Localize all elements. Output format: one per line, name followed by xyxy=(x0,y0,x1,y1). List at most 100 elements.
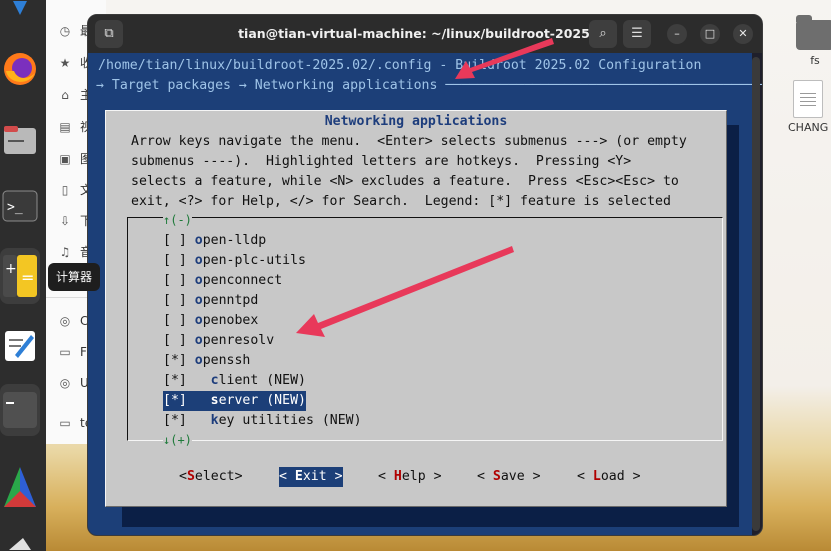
menu-button[interactable]: ☰ xyxy=(623,20,651,48)
close-icon: ✕ xyxy=(738,27,748,40)
search-icon: ⌕ xyxy=(599,26,607,41)
scroll-up-indicator: ↑(-) xyxy=(163,211,192,229)
desktop-icon-label: CHANG xyxy=(788,121,829,134)
checkbox-state[interactable]: [*] xyxy=(163,373,187,388)
checkbox-state[interactable]: [ ] xyxy=(163,313,187,328)
files-icon xyxy=(4,126,36,154)
button-label: < xyxy=(577,469,593,484)
clock-icon: ◷ xyxy=(59,23,71,38)
button-label: elect> xyxy=(194,469,243,484)
hotkey-letter: s xyxy=(210,393,219,408)
dialog-button[interactable]: < Load > xyxy=(577,467,641,487)
menu-item-label: penobex xyxy=(202,313,259,328)
checkbox-state[interactable]: [ ] xyxy=(163,293,187,308)
desktop-folder-fs[interactable]: fs xyxy=(796,15,831,67)
desktop-icon-label: fs xyxy=(810,54,820,67)
dock-text-editor[interactable] xyxy=(0,324,40,368)
dock-firefox[interactable] xyxy=(0,44,40,94)
dialog-button[interactable]: < Help > xyxy=(378,467,442,487)
dock-files[interactable] xyxy=(0,116,40,164)
close-button[interactable]: ✕ xyxy=(733,24,753,44)
menu-item-label: pen-plc-utils xyxy=(202,253,306,268)
terminal-window-icon xyxy=(3,392,37,428)
document-icon xyxy=(793,80,824,118)
dock-terminal-2[interactable] xyxy=(0,384,40,436)
desktop-file-changelog[interactable]: CHANG xyxy=(788,80,828,134)
menu-item[interactable]: [*] openssh xyxy=(163,351,250,371)
config-path: /home/tian/linux/buildroot-2025.02/.conf… xyxy=(98,58,702,73)
hotkey-letter: o xyxy=(194,293,203,308)
menu-item[interactable]: [ ] open-lldp xyxy=(163,231,266,251)
checkbox-state[interactable]: [ ] xyxy=(163,333,187,348)
dock-calculator[interactable]: + = xyxy=(0,248,40,304)
dock-app-top[interactable] xyxy=(0,0,40,22)
drive-icon: ▭ xyxy=(59,345,71,359)
breadcrumb: → Target packages → Networking applicati… xyxy=(96,78,763,93)
dialog-button[interactable]: <Select> xyxy=(179,467,243,487)
button-label: elp > xyxy=(401,469,442,484)
menu-item-label: erver (NEW) xyxy=(218,393,306,408)
hotkey-letter: o xyxy=(194,273,203,288)
hotkey-letter: o xyxy=(194,313,203,328)
dock-app-bottom[interactable] xyxy=(0,535,40,551)
menu-item[interactable]: [*] client (NEW) xyxy=(163,371,306,391)
checkbox-state[interactable]: [*] xyxy=(163,393,187,408)
star-icon: ★ xyxy=(59,55,71,70)
window-title: tian@tian-virtual-machine: ~/linux/build… xyxy=(238,26,612,41)
terminal-titlebar: tian@tian-virtual-machine: ~/linux/build… xyxy=(88,15,762,53)
menu-item[interactable]: [ ] openresolv xyxy=(163,331,274,351)
checkbox-state[interactable]: [ ] xyxy=(163,233,187,248)
disc-icon: ◎ xyxy=(59,376,71,390)
dock-terminal[interactable]: >_ xyxy=(0,184,40,228)
button-label: xit > xyxy=(302,469,343,484)
menu-item[interactable]: [ ] open-plc-utils xyxy=(163,251,306,271)
button-label: < xyxy=(179,469,187,484)
menu-item[interactable]: [*] key utilities (NEW) xyxy=(163,411,362,431)
checkbox-state[interactable]: [ ] xyxy=(163,253,187,268)
checkbox-state[interactable]: [*] xyxy=(163,413,187,428)
terminal-scrollbar[interactable] xyxy=(752,57,760,531)
dock-app-3d[interactable] xyxy=(0,456,40,516)
folder-icon: ▭ xyxy=(59,416,71,430)
menu-item-label: pen-lldp xyxy=(202,233,267,248)
image-icon: ▣ xyxy=(59,151,71,166)
menu-item[interactable]: [*] server (NEW) xyxy=(163,391,306,411)
menuconfig-dialog: Networking applications Arrow keys navig… xyxy=(105,110,727,507)
menu-item-label: penresolv xyxy=(202,333,275,348)
menu-item[interactable]: [ ] openconnect xyxy=(163,271,282,291)
new-tab-button[interactable]: ⧉ xyxy=(95,20,123,48)
minimize-icon: – xyxy=(674,27,680,40)
app-icon xyxy=(9,538,31,550)
disc-icon: ◎ xyxy=(59,314,71,328)
hotkey-letter: S xyxy=(186,469,195,484)
help-text-line: selects a feature, while <N> excludes a … xyxy=(131,174,679,189)
sidebar-item-floppy[interactable]: ▭ Fl xyxy=(58,345,90,359)
maximize-button[interactable]: □ xyxy=(700,24,720,44)
hotkey-letter: o xyxy=(194,333,203,348)
button-label: < xyxy=(378,469,394,484)
help-text-line: exit, <?> for Help, </> for Search. Lege… xyxy=(131,194,671,209)
dialog-button[interactable]: < Save > xyxy=(477,467,541,487)
terminal-icon: >_ xyxy=(2,190,38,222)
checkbox-state[interactable]: [ ] xyxy=(163,273,187,288)
checkbox-state[interactable]: [*] xyxy=(163,353,187,368)
dialog-button[interactable]: < Exit > xyxy=(279,467,343,487)
menu-item[interactable]: [ ] openntpd xyxy=(163,291,258,311)
menu-item[interactable]: [ ] openobex xyxy=(163,311,258,331)
terminal-glyph: >_ xyxy=(7,200,23,215)
terminal-screen[interactable]: /home/tian/linux/buildroot-2025.02/.conf… xyxy=(88,53,762,535)
minimize-button[interactable]: – xyxy=(667,24,687,44)
music-icon: ♫ xyxy=(59,244,71,259)
folder-icon xyxy=(796,15,831,50)
dialog-shadow xyxy=(727,125,739,527)
calculator-icon: + = xyxy=(3,255,37,297)
search-button[interactable]: ⌕ xyxy=(589,20,617,48)
plus-glyph: + xyxy=(5,261,17,277)
